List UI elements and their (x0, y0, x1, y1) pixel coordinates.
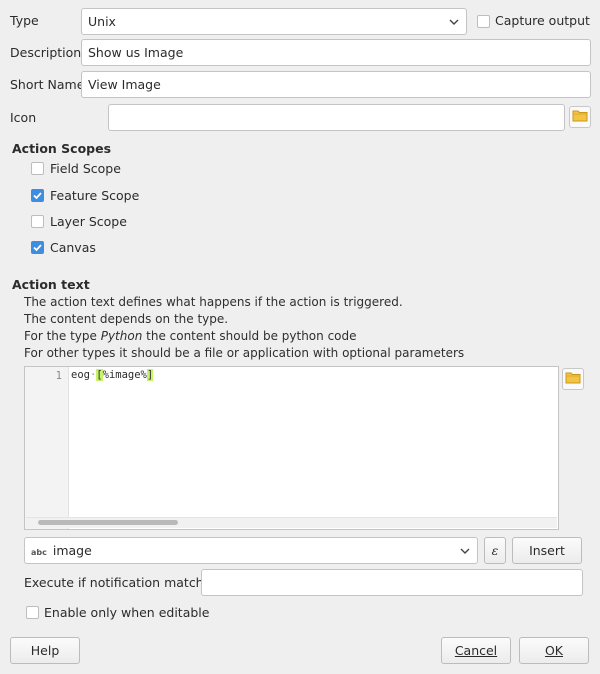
help-button[interactable]: Help (10, 637, 80, 664)
canvas-scope-label: Canvas (50, 240, 96, 255)
type-label: Type (10, 13, 39, 28)
folder-icon (572, 109, 588, 125)
folder-icon (565, 371, 581, 387)
type-value: Unix (88, 14, 116, 29)
description-input[interactable]: Show us Image (81, 39, 591, 66)
action-text-help-line-1: The action text defines what happens if … (24, 295, 403, 309)
field-selector-combobox[interactable]: abc image (24, 537, 478, 564)
action-code-editor[interactable]: 1 eog·[%image%] (24, 366, 559, 530)
chevron-down-icon (448, 9, 460, 34)
code-line: eog·[%image%] (71, 369, 154, 381)
action-text-help-line-3: For the type Python the content should b… (24, 329, 357, 343)
type-combobox[interactable]: Unix (81, 8, 467, 35)
python-help-word: Python (100, 329, 143, 343)
text-field-type-icon: abc (31, 548, 47, 557)
field-selector-value: image (52, 543, 92, 558)
editable-only-label: Enable only when editable (44, 605, 210, 620)
capture-output-label: Capture output (495, 13, 590, 28)
layer-scope-label: Layer Scope (50, 214, 127, 229)
action-text-title: Action text (12, 277, 90, 292)
cancel-button[interactable]: Cancel (441, 637, 511, 664)
description-label: Description (10, 45, 82, 60)
code-file-browse-button[interactable] (562, 368, 584, 390)
code-token-expression: %image% (102, 369, 147, 381)
canvas-scope-checkbox[interactable] (31, 241, 44, 254)
icon-path-input[interactable] (108, 104, 565, 131)
short-name-value: View Image (88, 77, 161, 92)
epsilon-icon: ε (491, 543, 499, 558)
scrollbar-thumb[interactable] (38, 520, 178, 525)
action-text-help-line-4: For other types it should be a file or a… (24, 346, 465, 360)
field-scope-label: Field Scope (50, 161, 121, 176)
bracket-highlight-close: ] (146, 369, 154, 381)
chevron-down-icon (459, 538, 471, 563)
short-name-input[interactable]: View Image (81, 71, 591, 98)
icon-browse-button[interactable] (569, 106, 591, 128)
python-help-suffix: the content should be python code (142, 329, 357, 343)
action-scopes-title: Action Scopes (12, 141, 112, 156)
code-token-command: eog (71, 369, 90, 381)
expression-builder-button[interactable]: ε (484, 537, 506, 564)
description-value: Show us Image (88, 45, 184, 60)
line-number: 1 (55, 370, 62, 382)
action-text-help-line-2: The content depends on the type. (24, 312, 229, 326)
insert-button[interactable]: Insert (512, 537, 582, 564)
editable-only-checkbox[interactable] (26, 606, 39, 619)
python-help-prefix: For the type (24, 329, 101, 343)
feature-scope-label: Feature Scope (50, 188, 140, 203)
field-scope-checkbox[interactable] (31, 162, 44, 175)
capture-output-checkbox[interactable] (477, 15, 490, 28)
icon-label: Icon (10, 110, 37, 125)
layer-scope-checkbox[interactable] (31, 215, 44, 228)
ok-button[interactable]: OK (519, 637, 589, 664)
feature-scope-checkbox[interactable] (31, 189, 44, 202)
notification-input[interactable] (201, 569, 583, 596)
short-name-label: Short Name (10, 77, 85, 92)
horizontal-scrollbar[interactable] (26, 517, 557, 528)
line-number-gutter: 1 (25, 367, 69, 529)
notification-label: Execute if notification matches (24, 575, 218, 590)
